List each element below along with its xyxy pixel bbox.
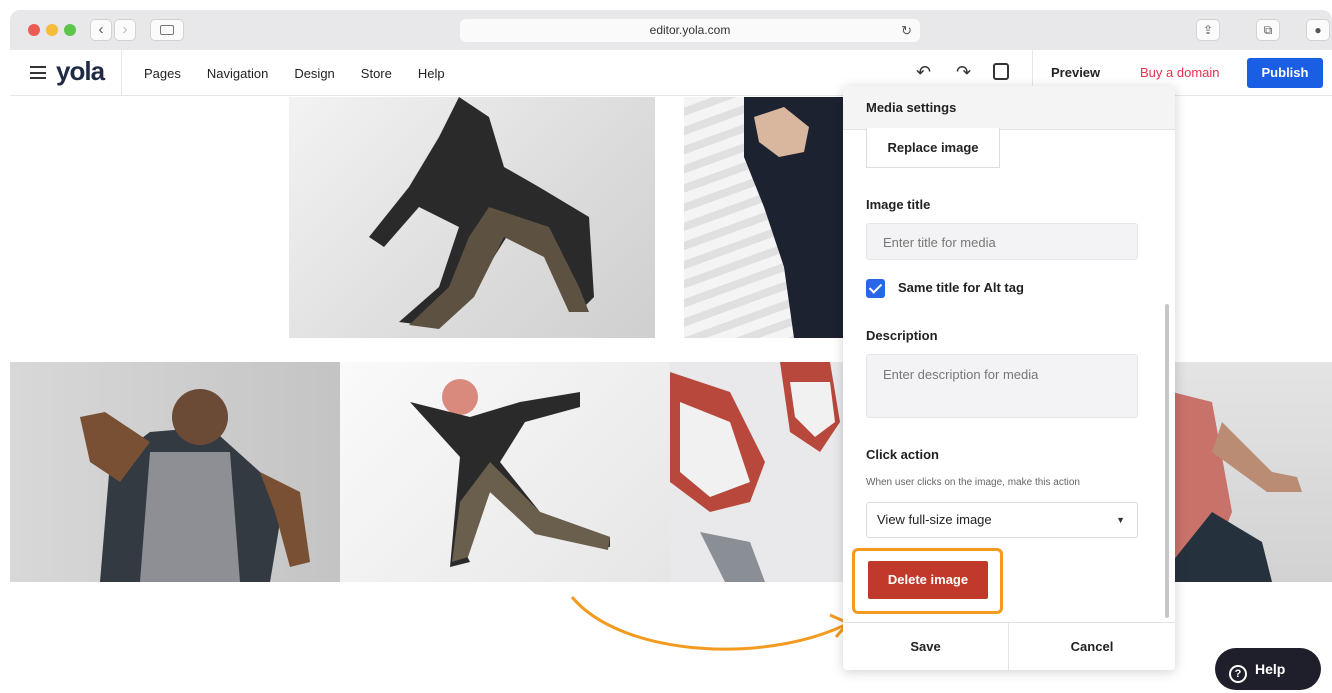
chevron-down-icon: ▼	[1116, 515, 1125, 525]
top-navigation: Pages Navigation Design Store Help	[144, 50, 471, 96]
yola-logo[interactable]: yola	[56, 56, 105, 87]
nav-navigation[interactable]: Navigation	[207, 66, 268, 81]
replace-image-button[interactable]: Replace image	[866, 128, 1000, 168]
url-bar[interactable]: editor.yola.com ↻	[460, 19, 920, 42]
buy-domain-link[interactable]: Buy a domain	[1140, 65, 1220, 80]
nav-help[interactable]: Help	[418, 66, 445, 81]
same-title-checkbox[interactable]	[866, 279, 885, 298]
delete-image-button[interactable]: Delete image	[868, 561, 988, 599]
panel-title: Media settings	[866, 100, 957, 115]
tabs-icon[interactable]: ⧉	[1256, 19, 1280, 41]
reload-icon[interactable]: ↻	[901, 19, 912, 42]
header-divider	[121, 50, 122, 96]
close-window-button[interactable]	[28, 24, 40, 36]
url-text: editor.yola.com	[649, 23, 731, 37]
forward-button[interactable]: ›	[114, 19, 136, 41]
gallery-image[interactable]	[340, 362, 670, 582]
click-action-select[interactable]: View full-size image ▼	[866, 502, 1138, 538]
nav-store[interactable]: Store	[361, 66, 392, 81]
sidebar-toggle-icon[interactable]	[150, 19, 184, 41]
minimize-window-button[interactable]	[46, 24, 58, 36]
dancer-photo	[410, 379, 610, 567]
gallery-image[interactable]	[10, 362, 340, 582]
man-photo	[80, 389, 310, 582]
help-label: Help	[1255, 661, 1286, 677]
click-action-value: View full-size image	[877, 512, 992, 527]
redo-icon[interactable]: ↷	[956, 62, 971, 82]
undo-icon[interactable]: ↶	[916, 62, 931, 82]
back-button[interactable]: ‹	[90, 19, 112, 41]
gallery-image[interactable]	[670, 362, 845, 582]
click-action-label: Click action	[866, 447, 939, 462]
media-settings-panel: Media settings Replace image Image title…	[843, 86, 1175, 671]
save-icon[interactable]	[993, 63, 1009, 80]
panel-scrollbar[interactable]	[1165, 304, 1169, 618]
image-title-label: Image title	[866, 197, 931, 212]
click-action-hint: When user clicks on the image, make this…	[866, 477, 1080, 488]
hamburger-menu-icon[interactable]	[30, 66, 46, 79]
panel-footer: Save Cancel	[843, 622, 1175, 671]
woman-photo	[1172, 392, 1302, 582]
gallery-image[interactable]	[289, 97, 655, 338]
description-label: Description	[866, 328, 938, 343]
sneakers-photo	[670, 362, 840, 582]
same-title-label[interactable]: Same title for Alt tag	[898, 280, 1024, 295]
gallery-image[interactable]	[684, 97, 844, 338]
cancel-button[interactable]: Cancel	[1009, 623, 1175, 671]
image-title-input[interactable]: Enter title for media	[866, 223, 1138, 260]
nav-design[interactable]: Design	[294, 66, 334, 81]
annotation-arrow-icon	[570, 596, 851, 651]
dancer-photo	[369, 97, 594, 329]
help-icon: ?	[1229, 665, 1247, 683]
save-button[interactable]: Save	[843, 623, 1009, 671]
hand-photo	[744, 97, 844, 338]
downloads-icon[interactable]: ●	[1306, 19, 1330, 41]
share-icon[interactable]: ⇪	[1196, 19, 1220, 41]
help-button[interactable]: ? Help	[1215, 648, 1321, 690]
browser-toolbar: ‹ › editor.yola.com ↻ ⇪ ⧉ ●	[10, 10, 1332, 50]
publish-button[interactable]: Publish	[1247, 58, 1323, 88]
panel-header: Media settings	[843, 86, 1175, 130]
preview-button[interactable]: Preview	[1051, 65, 1100, 80]
nav-pages[interactable]: Pages	[144, 66, 181, 81]
maximize-window-button[interactable]	[64, 24, 76, 36]
description-input[interactable]: Enter description for media	[866, 354, 1138, 418]
gallery-image[interactable]	[1172, 362, 1332, 582]
